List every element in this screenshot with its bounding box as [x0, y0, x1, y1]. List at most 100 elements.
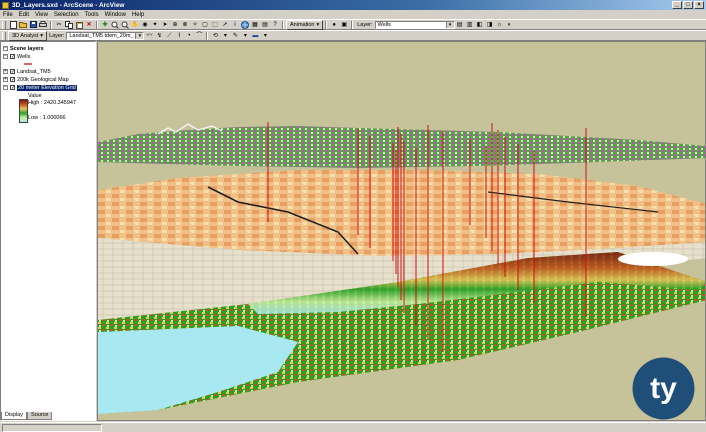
tab-source[interactable]: Source	[27, 412, 53, 420]
profile-graph-icon[interactable]: ⌒	[195, 32, 203, 40]
chevron-down-icon[interactable]: ▾	[241, 32, 249, 40]
open-icon[interactable]	[19, 21, 27, 29]
save-icon[interactable]	[29, 21, 37, 29]
layer-label: Layer:	[357, 21, 373, 28]
chevron-down-icon[interactable]: ▾	[221, 32, 229, 40]
table-of-contents: − Scene layers − ✓ Wells + ✓ Landsat_TM5…	[0, 41, 96, 421]
checkbox-checked-icon[interactable]: ✓	[10, 54, 15, 60]
cut-icon[interactable]: ✂	[55, 21, 63, 29]
navigate-icon[interactable]: ✦	[151, 21, 159, 29]
analyst-layer-select[interactable]: Landsat_TM5 tdem_20m_... ▾	[66, 31, 145, 40]
menu-tools[interactable]: Tools	[82, 12, 102, 18]
layer-list-icon[interactable]: ▤	[456, 21, 464, 29]
identify-icon[interactable]: i	[231, 21, 239, 29]
title-bar: 3D_Layers.sxd - ArcScene - ArcView _ □ ×	[0, 0, 706, 10]
record-icon[interactable]: ●	[330, 21, 338, 29]
toc-layer-geological-map[interactable]: + ✓ 200k Geological Map	[3, 76, 69, 83]
toc-layer-label: Wells	[17, 53, 31, 60]
copy-icon[interactable]	[65, 20, 73, 29]
logo-text: ty	[650, 372, 677, 405]
add-data-icon[interactable]: ✚	[101, 21, 109, 29]
narrow-fov-icon[interactable]: ▢	[201, 21, 209, 29]
3d-analyst-dropdown[interactable]: 3D Analyst ▾	[8, 30, 48, 41]
checkbox-checked-icon[interactable]: ✓	[10, 77, 15, 83]
maximize-button[interactable]: □	[683, 1, 693, 9]
toc-layer-landsat[interactable]: + ✓ Landsat_TM5	[3, 68, 51, 75]
checkbox-checked-icon[interactable]: ✓	[10, 85, 15, 91]
close-button[interactable]: ×	[694, 1, 704, 9]
toolbar-separator	[282, 20, 284, 29]
interpolate-point-icon[interactable]: •	[185, 32, 193, 40]
toolbar-separator	[351, 20, 354, 29]
target-icon[interactable]: ⊕	[171, 21, 179, 29]
layer-properties-icon[interactable]: ▤	[261, 21, 269, 29]
globe-icon[interactable]	[241, 20, 249, 29]
expand-fov-icon[interactable]: ⬚	[211, 21, 219, 29]
menu-view[interactable]: View	[32, 12, 51, 18]
extrusion-icon[interactable]: ◧	[476, 21, 484, 29]
capture-view-icon[interactable]: ▣	[340, 21, 348, 29]
3d-scene-view[interactable]	[97, 41, 706, 421]
3d-analyst-toolbar: 3D Analyst ▾ Layer: Landsat_TM5 tdem_20m_…	[0, 30, 706, 41]
new-icon[interactable]	[9, 20, 17, 29]
collapse-icon[interactable]: −	[3, 54, 8, 59]
rotate-icon[interactable]: ⟲	[211, 32, 219, 40]
collapse-icon[interactable]: −	[3, 46, 8, 51]
chevron-down-icon[interactable]: ▾	[261, 32, 269, 40]
line-of-sight-icon[interactable]: ⟋	[165, 32, 173, 40]
legend-low-text: Low : 1.000066	[28, 114, 66, 121]
menu-file[interactable]: File	[0, 12, 16, 18]
interpolate-line-icon[interactable]: ⌇	[175, 32, 183, 40]
delete-icon[interactable]: ✕	[85, 21, 93, 29]
toc-layer-elevation-grid[interactable]: − ✓ 20 meter Elevation Grid	[3, 84, 77, 91]
print-icon[interactable]	[39, 21, 47, 29]
toolbar-grip[interactable]	[2, 31, 6, 40]
red-line-symbol-icon	[24, 62, 32, 65]
steepest-path-icon[interactable]: ↯	[155, 32, 163, 40]
paste-icon[interactable]	[75, 21, 83, 29]
toc-root-label: Scene layers	[10, 45, 44, 52]
toolbar-grip[interactable]	[2, 20, 6, 29]
layer-select[interactable]: Wells ▾	[374, 20, 455, 29]
lighting-icon[interactable]: ☼	[496, 21, 504, 29]
legend-high-text: High : 2420.345947	[28, 99, 77, 106]
feature-properties-icon[interactable]: ▥	[466, 21, 474, 29]
minimize-button[interactable]: _	[672, 1, 682, 9]
analyst-layer-value: Landsat_TM5 tdem_20m_...	[69, 32, 139, 39]
toolbar-separator	[96, 20, 98, 29]
legend-low: Low : 1.000066	[28, 114, 66, 121]
scene-canvas[interactable]	[98, 42, 706, 421]
animation-label: Animation	[290, 21, 315, 28]
fly-icon[interactable]: ➤	[161, 21, 169, 29]
full-extent-icon[interactable]: ◉	[141, 21, 149, 29]
help-icon[interactable]: ?	[271, 21, 279, 29]
draw-order-icon[interactable]: ◨	[486, 21, 494, 29]
zoom-out-icon[interactable]	[121, 21, 129, 29]
legend-heading-text: Value	[28, 92, 42, 99]
menu-window[interactable]: Window	[102, 12, 129, 18]
menu-help[interactable]: Help	[129, 12, 147, 18]
pan-icon[interactable]: ✋	[131, 21, 139, 29]
menu-selection[interactable]: Selection	[51, 12, 82, 18]
animation-dropdown[interactable]: Animation ▾	[286, 19, 324, 30]
zoom-in-icon[interactable]	[111, 21, 119, 29]
line-color-icon[interactable]: ✎	[231, 32, 239, 40]
select-icon[interactable]: ➚	[221, 21, 229, 29]
scene-properties-icon[interactable]: ▦	[251, 21, 259, 29]
set-observer-icon[interactable]: ✧	[191, 21, 199, 29]
zoom-to-target-icon[interactable]: ⊗	[181, 21, 189, 29]
menu-edit[interactable]: Edit	[16, 12, 32, 18]
collapse-icon[interactable]: −	[3, 85, 8, 90]
standard-toolbar: ✂ ✕ ✚ ✋ ◉ ✦ ➤ ⊕ ⊗ ✧ ▢ ⬚ ➚ i ▦ ▤ ? Animat…	[0, 19, 706, 30]
expand-icon[interactable]: +	[3, 69, 8, 74]
expand-icon[interactable]: +	[3, 77, 8, 82]
toc-tabs: Display Source	[1, 412, 53, 420]
elevation-color-ramp	[19, 99, 28, 123]
shading-icon[interactable]: ◐	[506, 21, 514, 29]
tab-display[interactable]: Display	[1, 412, 28, 420]
contour-icon[interactable]: 〰	[145, 32, 153, 40]
fill-color-icon[interactable]: ▬	[251, 32, 259, 40]
toc-root[interactable]: − Scene layers	[3, 45, 44, 52]
toc-layer-wells[interactable]: − ✓ Wells	[3, 53, 30, 60]
checkbox-checked-icon[interactable]: ✓	[10, 69, 15, 75]
